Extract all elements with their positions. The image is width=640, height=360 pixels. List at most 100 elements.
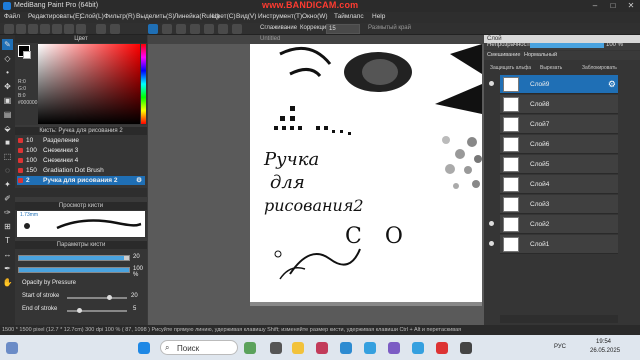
- language-indicator[interactable]: РУС: [554, 344, 566, 350]
- eyedropper-icon[interactable]: ✒: [2, 263, 13, 274]
- layer-row[interactable]: Слой4: [500, 175, 618, 194]
- correction-select[interactable]: 15: [326, 24, 360, 34]
- brush-item[interactable]: 100 Снежинки 3: [17, 146, 145, 155]
- canvas-scrollbar[interactable]: [250, 302, 482, 306]
- medibang-icon[interactable]: [316, 342, 328, 354]
- menu-filter[interactable]: Фильтр(R): [104, 13, 135, 20]
- slider-knob[interactable]: [77, 308, 82, 313]
- fill-tool-icon[interactable]: ▣: [2, 95, 13, 106]
- background-color-swatch[interactable]: [23, 51, 31, 59]
- new-file-icon[interactable]: [4, 24, 14, 34]
- brush-item[interactable]: 10 Разделение: [17, 136, 145, 145]
- lasso-tool-icon[interactable]: ◌: [2, 165, 13, 176]
- brush-size-bar[interactable]: [18, 255, 130, 261]
- blend-select[interactable]: Нормальный: [524, 52, 557, 58]
- bandicam-icon[interactable]: [436, 342, 448, 354]
- minimize-icon[interactable]: –: [586, 0, 604, 12]
- menu-file[interactable]: Файл: [4, 13, 20, 20]
- brush-item[interactable]: 100 Снежинки 4: [17, 156, 145, 165]
- settings-icon[interactable]: [76, 24, 86, 34]
- select-pen-icon[interactable]: ✐: [2, 193, 13, 204]
- layer-row[interactable]: Слой1: [489, 235, 618, 254]
- maximize-icon[interactable]: □: [604, 0, 622, 12]
- cloud-icon[interactable]: [28, 24, 38, 34]
- eraser-tool-icon[interactable]: ◇: [2, 53, 13, 64]
- brush-opacity-bar[interactable]: [18, 267, 130, 273]
- brush-tool-icon[interactable]: ✎: [2, 39, 13, 50]
- menu-timelapse[interactable]: Таймлапс: [334, 13, 364, 20]
- task-view-icon[interactable]: [270, 342, 282, 354]
- layer-row[interactable]: Слой3: [500, 195, 618, 214]
- brush-item[interactable]: 150 Gradiation Dot Brush: [17, 166, 145, 175]
- app-icon[interactable]: [460, 342, 472, 354]
- layer-row[interactable]: Слой6: [500, 135, 618, 154]
- start-icon[interactable]: [138, 342, 150, 354]
- move-tool-icon[interactable]: ✥: [2, 81, 13, 92]
- start-of-stroke-slider[interactable]: [67, 295, 127, 300]
- visibility-eye-icon[interactable]: [489, 81, 494, 86]
- hand-tool-icon[interactable]: ✋: [2, 277, 13, 288]
- end-of-stroke-slider[interactable]: [67, 308, 127, 313]
- fill-bucket-icon[interactable]: ⬙: [2, 123, 13, 134]
- clip-checkbox[interactable]: Вырезать: [540, 65, 562, 71]
- settings-gear-icon[interactable]: ⚙: [136, 176, 142, 184]
- canvas-tab[interactable]: Untitled: [148, 35, 484, 44]
- menu-edit[interactable]: Редактировать(E): [28, 13, 82, 20]
- brush-item-selected[interactable]: 2 Ручка для рисования 2 ⚙: [17, 176, 145, 185]
- text-tool-icon[interactable]: T: [2, 235, 13, 246]
- perspective-icon[interactable]: [204, 24, 214, 34]
- menu-tool[interactable]: Инструмент(T): [258, 13, 302, 20]
- lock-checkbox[interactable]: Заблокировать: [582, 65, 617, 71]
- visibility-eye-icon[interactable]: [489, 221, 494, 226]
- shape-tool-icon[interactable]: ■: [2, 137, 13, 148]
- clock-date[interactable]: 26.05.2025: [590, 348, 620, 354]
- gradient-tool-icon[interactable]: ▤: [2, 109, 13, 120]
- slider-knob[interactable]: [107, 295, 112, 300]
- operation-tool-icon[interactable]: ↔: [2, 249, 13, 260]
- layer-row[interactable]: Слой9 ⚙: [489, 75, 618, 94]
- layer-row[interactable]: Слой2: [489, 215, 618, 234]
- magic-wand-icon[interactable]: ✦: [2, 179, 13, 190]
- search-box[interactable]: ⌕ Поиск: [160, 340, 238, 355]
- layer-row[interactable]: Слой7: [500, 115, 618, 134]
- telegram-icon[interactable]: [364, 342, 376, 354]
- divide-tool-icon[interactable]: ⊞: [2, 221, 13, 232]
- saturation-value-picker[interactable]: [38, 44, 140, 124]
- layer-settings-gear-icon[interactable]: ⚙: [608, 79, 616, 90]
- select-tool-icon[interactable]: ⬚: [2, 151, 13, 162]
- opacity-by-pressure-label[interactable]: Opacity by Pressure: [22, 280, 76, 286]
- ruler-icon[interactable]: [176, 24, 186, 34]
- visibility-eye-icon[interactable]: [489, 241, 494, 246]
- clock-time[interactable]: 19:54: [596, 339, 611, 345]
- select-eraser-icon[interactable]: ✑: [2, 207, 13, 218]
- menu-color[interactable]: Цвет(C): [212, 13, 236, 20]
- explorer-icon[interactable]: [292, 342, 304, 354]
- menu-select[interactable]: Выделить(S): [136, 13, 175, 20]
- redo-icon[interactable]: [110, 24, 120, 34]
- menu-view[interactable]: Вид(V): [236, 13, 256, 20]
- app-icon[interactable]: [412, 342, 424, 354]
- open-file-icon[interactable]: [16, 24, 26, 34]
- layer-row[interactable]: Слой8: [500, 95, 618, 114]
- save-icon[interactable]: [40, 24, 50, 34]
- app-icon[interactable]: [388, 342, 400, 354]
- edge-icon[interactable]: [340, 342, 352, 354]
- menu-help[interactable]: Help: [372, 13, 385, 20]
- undo-icon[interactable]: [96, 24, 106, 34]
- drawing-canvas[interactable]: Ручка для рисования2 С О: [250, 44, 482, 302]
- layer-opacity-slider[interactable]: [530, 43, 604, 48]
- curve-icon[interactable]: [190, 24, 200, 34]
- grid-icon[interactable]: [64, 24, 74, 34]
- radial-icon[interactable]: [218, 24, 228, 34]
- layer-row[interactable]: Слой5: [500, 155, 618, 174]
- widgets-icon[interactable]: [6, 342, 18, 354]
- dot-tool-icon[interactable]: •: [2, 67, 13, 78]
- menu-window[interactable]: Окно(W): [302, 13, 328, 20]
- snap-icon[interactable]: [162, 24, 172, 34]
- snap-off-icon[interactable]: [232, 24, 242, 34]
- protect-alpha-checkbox[interactable]: Защищать альфа: [490, 65, 531, 71]
- select-mode-icon[interactable]: [148, 24, 158, 34]
- hue-slider[interactable]: [141, 44, 146, 124]
- share-icon[interactable]: [52, 24, 62, 34]
- close-icon[interactable]: ✕: [622, 0, 640, 12]
